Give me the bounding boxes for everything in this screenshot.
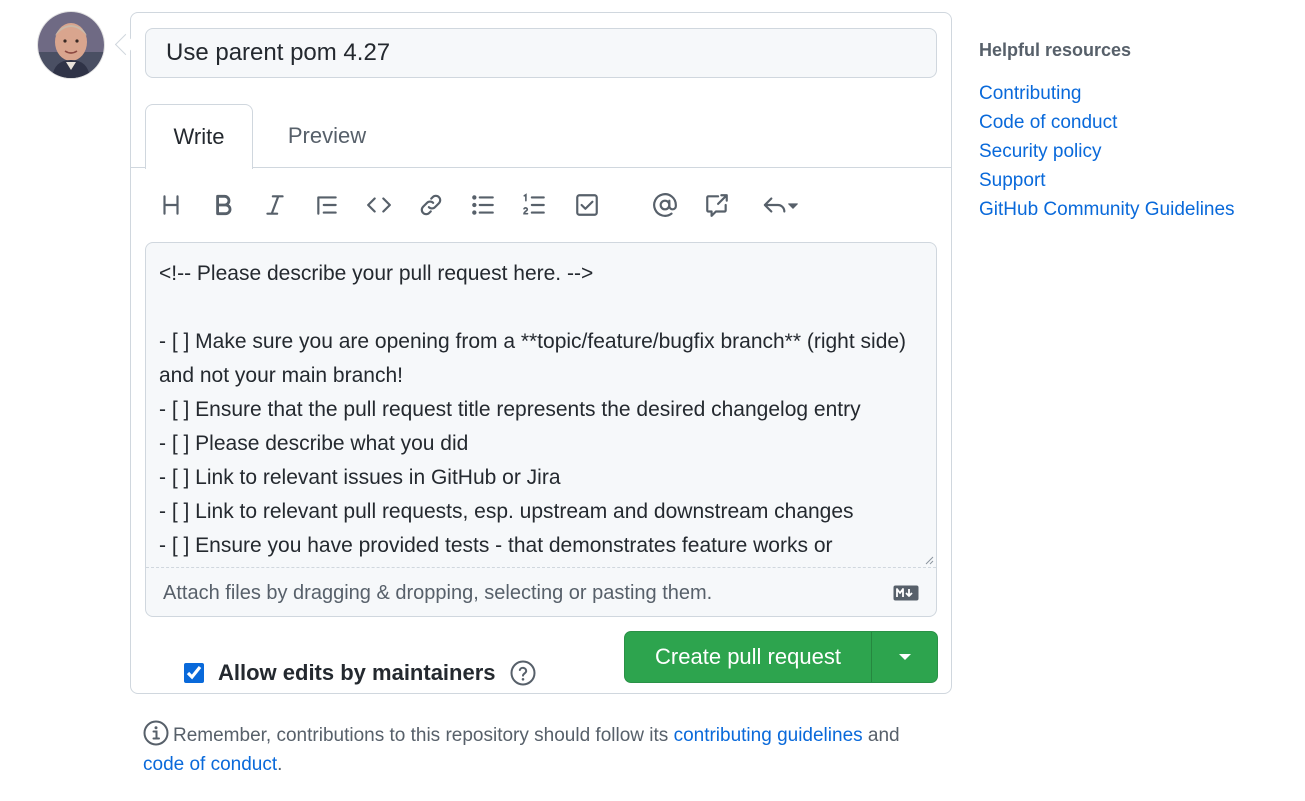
italic-button[interactable] — [255, 185, 295, 225]
allow-edits-checkbox[interactable] — [184, 663, 204, 683]
ordered-list-button[interactable] — [514, 185, 554, 225]
heading-icon — [163, 195, 179, 215]
helpful-resources-list: Contributing Code of conduct Security po… — [979, 79, 1235, 224]
notice-text-middle: and — [867, 725, 900, 746]
saved-replies-icon — [763, 197, 798, 213]
question-icon[interactable] — [510, 660, 536, 686]
heading-button[interactable] — [151, 185, 191, 225]
contribution-notice: Remember, contributions to this reposito… — [143, 720, 943, 779]
unordered-list-icon — [472, 195, 494, 215]
info-icon — [143, 720, 169, 746]
quote-button[interactable] — [307, 185, 347, 225]
title-input[interactable] — [145, 28, 937, 78]
bold-button[interactable] — [203, 185, 243, 225]
sidebar-link-community-guidelines[interactable]: GitHub Community Guidelines — [979, 199, 1235, 220]
italic-icon — [266, 195, 284, 215]
unordered-list-button[interactable] — [463, 185, 503, 225]
code-button[interactable] — [359, 185, 399, 225]
code-icon — [367, 197, 391, 213]
resize-grip-icon[interactable] — [924, 555, 934, 565]
create-pull-request-dropdown[interactable] — [872, 632, 937, 682]
create-pull-request-label: Create pull request — [655, 644, 841, 669]
notice-text-after: . — [277, 754, 283, 775]
markdown-icon[interactable] — [893, 585, 919, 601]
cross-reference-button[interactable] — [697, 185, 737, 225]
code-of-conduct-link[interactable]: code of conduct — [143, 754, 277, 775]
user-avatar[interactable] — [38, 12, 104, 78]
tab-write[interactable]: Write — [145, 104, 253, 169]
contributing-guidelines-link[interactable]: contributing guidelines — [674, 725, 863, 746]
quote-icon — [317, 196, 337, 215]
saved-replies-button[interactable] — [752, 185, 808, 225]
sidebar-link-code-of-conduct[interactable]: Code of conduct — [979, 112, 1117, 133]
ordered-list-icon — [523, 193, 545, 215]
tabs-divider — [131, 167, 951, 168]
sidebar-link-contributing[interactable]: Contributing — [979, 83, 1081, 104]
create-pull-request-button-group: Create pull request — [624, 631, 938, 683]
link-icon — [420, 194, 442, 216]
tab-preview-label: Preview — [287, 123, 367, 148]
tab-write-label: Write — [173, 124, 225, 149]
attach-files-hint: Attach files by dragging & dropping, sel… — [163, 581, 713, 604]
tab-preview[interactable]: Preview — [265, 104, 389, 168]
create-pull-request-button[interactable]: Create pull request — [625, 632, 872, 682]
allow-edits-row: Allow edits by maintainers — [184, 656, 536, 690]
sidebar-link-support[interactable]: Support — [979, 170, 1046, 191]
helpful-resources-title: Helpful resources — [979, 40, 1132, 60]
sidebar-link-security-policy[interactable]: Security policy — [979, 141, 1102, 162]
allow-edits-label[interactable]: Allow edits by maintainers — [218, 660, 496, 686]
pull-request-body[interactable]: <!-- Please describe your pull request h… — [146, 243, 936, 568]
triangle-down-icon — [898, 654, 911, 660]
bold-icon — [216, 194, 232, 216]
mention-button[interactable] — [645, 185, 685, 225]
task-list-icon — [576, 194, 598, 216]
notice-text-before: Remember, contributions to this reposito… — [173, 725, 669, 746]
mention-icon — [653, 193, 677, 217]
comment-editor: <!-- Please describe your pull request h… — [145, 242, 937, 617]
task-list-button[interactable] — [567, 185, 607, 225]
attach-files-bar[interactable]: Attach files by dragging & dropping, sel… — [146, 567, 936, 616]
link-button[interactable] — [411, 185, 451, 225]
cross-reference-icon — [706, 194, 728, 217]
